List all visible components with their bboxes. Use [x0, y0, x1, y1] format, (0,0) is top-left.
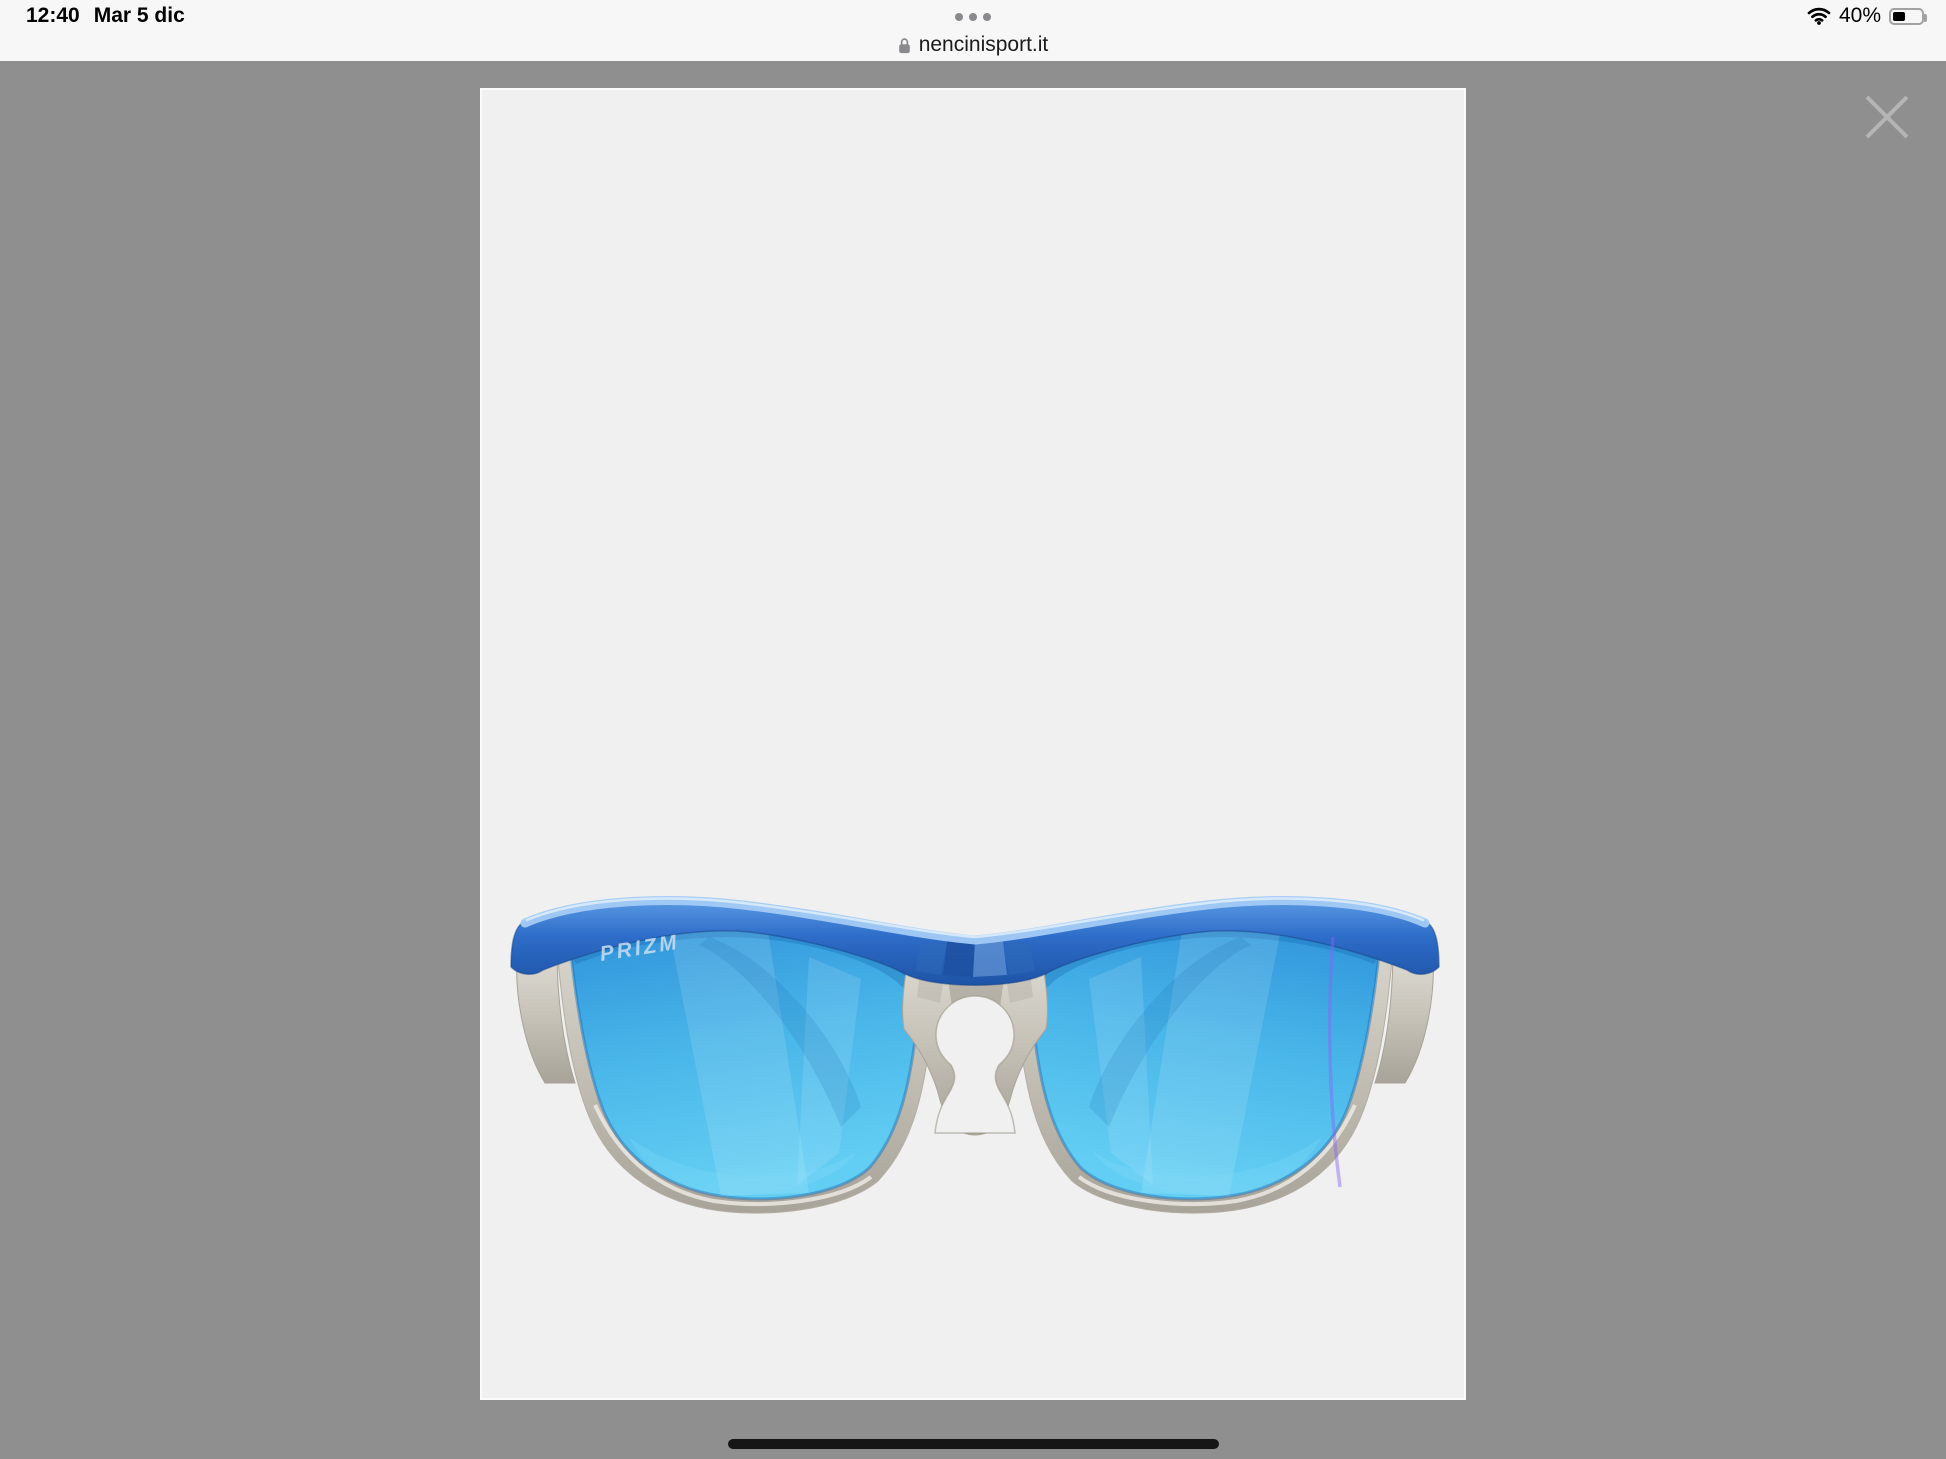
battery-icon — [1889, 8, 1924, 25]
close-button[interactable] — [1862, 92, 1912, 142]
home-indicator[interactable] — [728, 1439, 1219, 1449]
battery-nub — [1924, 14, 1927, 22]
sunglasses-product-image: PRIZM — [509, 895, 1441, 1217]
screen: 12:40 Mar 5 dic 40% — [0, 0, 1946, 1459]
url-bar[interactable]: nencinisport.it — [0, 29, 1946, 61]
battery-percent-label: 40% — [1839, 4, 1881, 28]
battery-fill — [1893, 12, 1905, 21]
right-frame-half — [1018, 916, 1435, 1213]
status-bar: 12:40 Mar 5 dic 40% — [0, 0, 1946, 61]
close-icon — [1865, 95, 1909, 139]
ellipsis-dots-icon[interactable] — [955, 13, 991, 21]
status-time: 12:40 — [26, 4, 80, 28]
left-frame-half — [515, 916, 932, 1213]
status-left-group: 12:40 Mar 5 dic — [26, 0, 185, 32]
dot — [983, 13, 991, 21]
lock-icon — [898, 37, 911, 54]
dot — [969, 13, 977, 21]
dot — [955, 13, 963, 21]
wifi-icon — [1807, 7, 1831, 25]
url-domain: nencinisport.it — [919, 33, 1049, 57]
status-right-group: 40% — [1807, 0, 1924, 32]
product-image-panel: PRIZM — [480, 88, 1466, 1400]
status-date: Mar 5 dic — [94, 4, 185, 28]
